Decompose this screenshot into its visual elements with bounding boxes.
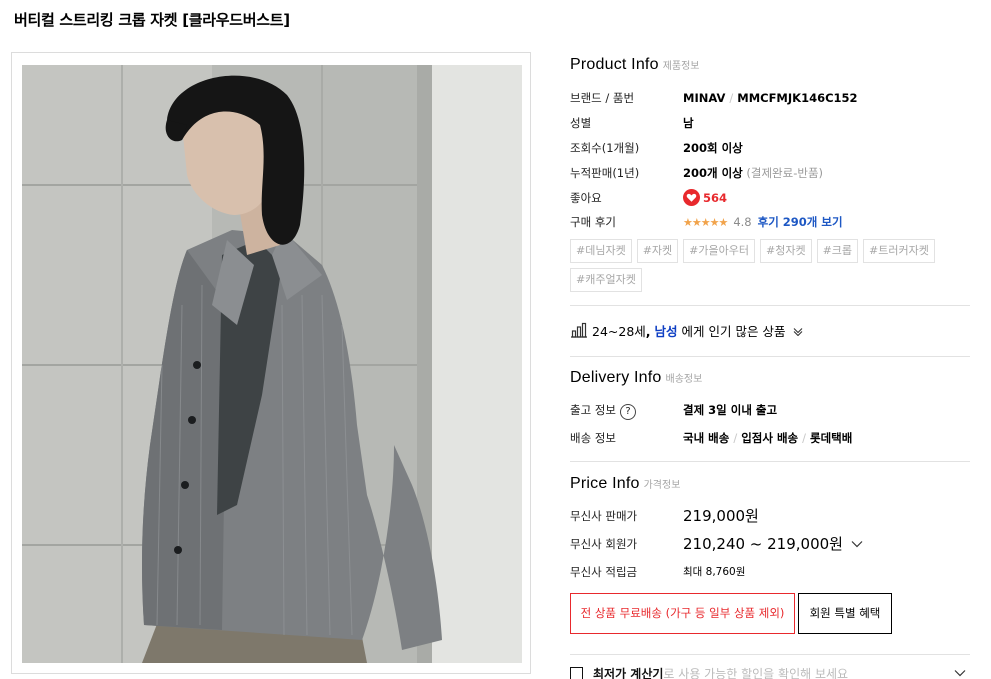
tag-list: #데님자켓 #자켓 #가을아우터 #청자켓 #크롭 #트러커자켓 #캐주얼자켓 bbox=[570, 239, 970, 292]
divider bbox=[570, 461, 970, 462]
product-image-frame bbox=[11, 52, 531, 674]
delivery-method-value: 국내 배송 / 입점사 배송 / 롯데택배 bbox=[683, 431, 853, 445]
delivery-domestic: 국내 배송 bbox=[683, 431, 730, 445]
delivery-info-heading: Delivery Info 배송정보 bbox=[570, 369, 702, 387]
bar-chart-icon bbox=[571, 322, 587, 338]
sale-price: 219,000원 bbox=[683, 507, 759, 525]
delivery-info-subtitle: 배송정보 bbox=[665, 374, 703, 385]
gender-value: 남 bbox=[683, 116, 694, 130]
tag-jean-jacket[interactable]: #청자켓 bbox=[760, 239, 812, 263]
heart-icon[interactable] bbox=[683, 189, 700, 206]
product-info-title: Product Info bbox=[570, 56, 659, 73]
free-shipping-button[interactable]: 전 상품 무료배송 (가구 등 일부 상품 제외) bbox=[570, 593, 795, 634]
chevron-down-icon bbox=[954, 670, 966, 677]
divider bbox=[570, 305, 970, 306]
chevron-down-icon bbox=[851, 541, 863, 548]
delivery-carrier: 롯데택배 bbox=[809, 431, 853, 445]
calculator-icon bbox=[570, 667, 583, 679]
brand-label: 브랜드 / 품번 bbox=[570, 91, 635, 105]
ship-value: 결제 3일 이내 출고 bbox=[683, 403, 778, 417]
product-photo[interactable] bbox=[22, 65, 522, 663]
tag-autumn-outer[interactable]: #가을아우터 bbox=[683, 239, 755, 263]
popular-gender: 남성 bbox=[654, 324, 678, 339]
tag-jacket[interactable]: #자켓 bbox=[636, 239, 679, 263]
tag-crop[interactable]: #크롭 bbox=[816, 239, 859, 263]
tag-casual-jacket[interactable]: #캐주얼자켓 bbox=[570, 268, 642, 292]
popular-text: 에게 인기 많은 상품 bbox=[681, 324, 786, 339]
sales-value: 200개 이상 (결제완료-반품) bbox=[683, 163, 823, 183]
star-rating-icon: ★★★★★ bbox=[683, 216, 728, 229]
delivery-info-title: Delivery Info bbox=[570, 369, 662, 386]
rating-value: 4.8 bbox=[733, 215, 752, 229]
sales-count: 200개 이상 bbox=[683, 166, 743, 180]
like-button[interactable]: 564 bbox=[683, 188, 727, 208]
member-price-label: 무신사 회원가 bbox=[570, 537, 638, 551]
delivery-partner: 입점사 배송 bbox=[741, 431, 799, 445]
review-link[interactable]: 후기 290개 보기 bbox=[758, 215, 843, 229]
calculator-text: 로 사용 가능한 할인을 확인해 보세요 bbox=[663, 667, 849, 679]
page-title: 버티컬 스트리킹 크롭 자켓 [클라우드버스트] bbox=[14, 11, 290, 29]
divider bbox=[570, 356, 970, 357]
member-price: 210,240 ~ 219,000원 bbox=[683, 535, 843, 553]
product-info-heading: Product Info 제품정보 bbox=[570, 56, 700, 74]
member-price-toggle[interactable]: 210,240 ~ 219,000원 bbox=[683, 534, 863, 555]
help-icon[interactable]: ? bbox=[619, 404, 636, 420]
popular-comma: , bbox=[645, 324, 651, 339]
tag-denim-jacket[interactable]: #데님자켓 bbox=[570, 239, 632, 263]
product-info-subtitle: 제품정보 bbox=[662, 61, 700, 72]
popular-age: 24~28세 bbox=[592, 324, 646, 339]
delivery-method-label: 배송 정보 bbox=[570, 431, 616, 445]
views-label: 조회수(1개월) bbox=[570, 141, 640, 155]
calculator-title: 최저가 계산기 bbox=[593, 667, 664, 679]
member-benefit-button[interactable]: 회원 특별 혜택 bbox=[798, 593, 892, 634]
tag-trucker-jacket[interactable]: #트러커자켓 bbox=[863, 239, 935, 263]
price-info-title: Price Info bbox=[570, 475, 640, 492]
points-value: 최대 8,760원 bbox=[683, 566, 746, 578]
sale-price-label: 무신사 판매가 bbox=[570, 509, 638, 523]
sales-label: 누적판매(1년) bbox=[570, 166, 640, 180]
brand-value: MINAV / MMCFMJK146C152 bbox=[683, 91, 858, 105]
divider bbox=[570, 654, 970, 655]
gender-label: 성별 bbox=[570, 116, 592, 130]
likes-label: 좋아요 bbox=[570, 191, 602, 205]
views-value: 200회 이상 bbox=[683, 141, 743, 155]
chevron-down-icon bbox=[794, 328, 803, 336]
reviews-value: ★★★★★ 4.8 후기 290개 보기 bbox=[683, 212, 843, 233]
sales-note: (결제완료-반품) bbox=[746, 166, 824, 180]
reviews-label: 구매 후기 bbox=[570, 215, 616, 229]
ship-label: 출고 정보? bbox=[570, 400, 636, 420]
brand-link[interactable]: MINAV bbox=[683, 91, 725, 105]
price-calculator-row[interactable]: 최저가 계산기로 사용 가능한 할인을 확인해 보세요 bbox=[570, 665, 970, 679]
price-info-heading: Price Info 가격정보 bbox=[570, 475, 680, 493]
product-code: MMCFMJK146C152 bbox=[737, 91, 858, 105]
price-info-subtitle: 가격정보 bbox=[643, 480, 681, 491]
popular-demographic-toggle[interactable]: 24~28세, 남성 에게 인기 많은 상품 bbox=[570, 321, 803, 343]
likes-count: 564 bbox=[703, 191, 728, 205]
points-label: 무신사 적립금 bbox=[570, 565, 638, 579]
